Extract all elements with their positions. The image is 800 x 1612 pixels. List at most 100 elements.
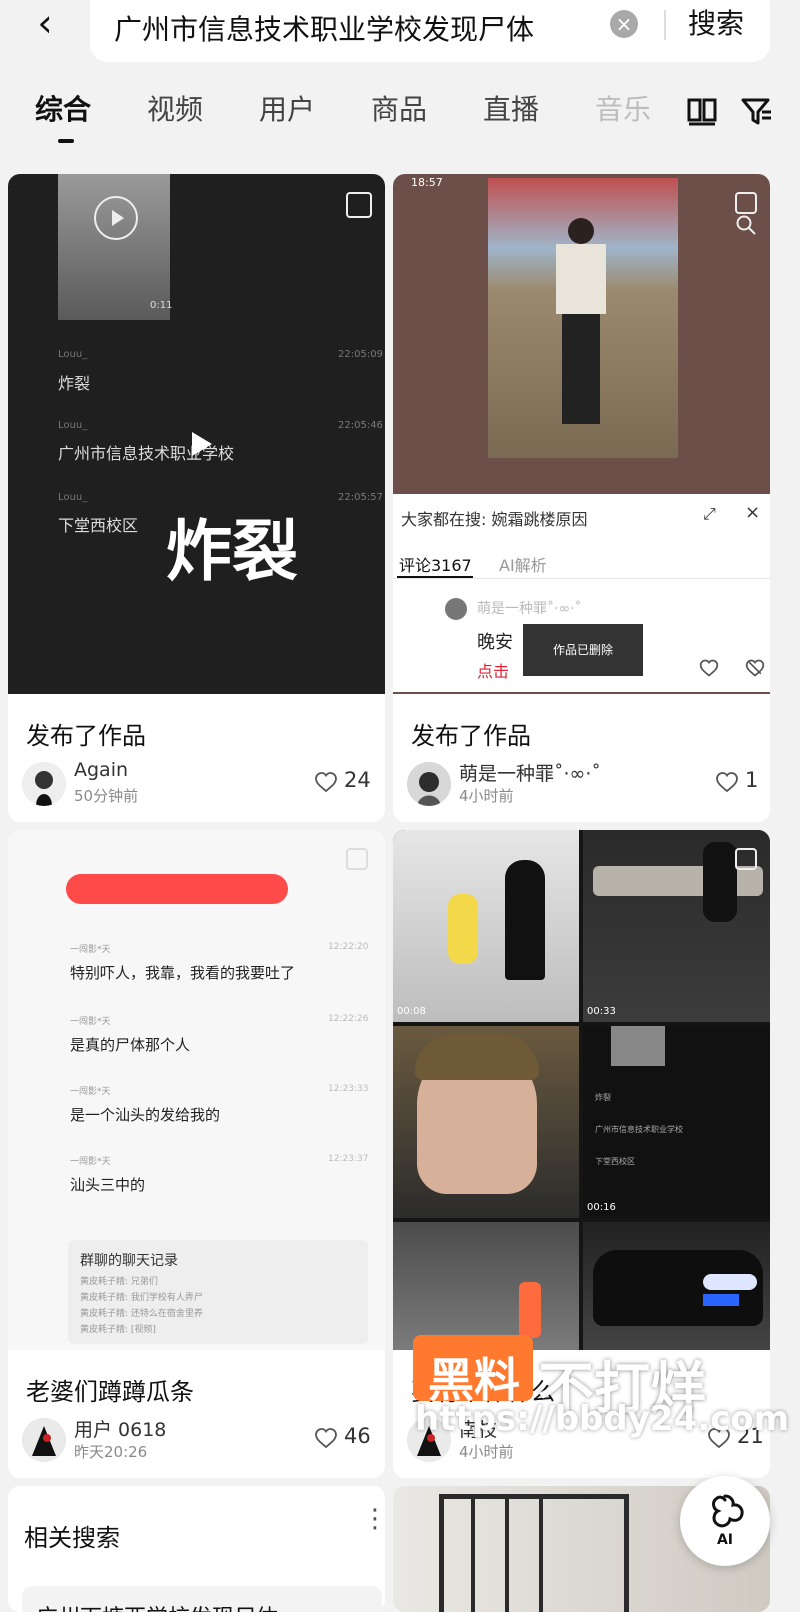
big-overlay-text: 炸裂	[166, 513, 298, 590]
magnifier-icon	[735, 214, 757, 236]
tab-live[interactable]: 直播	[483, 88, 539, 128]
heart-icon[interactable]	[314, 770, 338, 794]
search-divider	[664, 10, 666, 40]
chat-message: 是一个汕头的发给我的	[70, 1106, 221, 1124]
forwarded-chat-line: 黄皮耗子精: 还特么在宿舍里养	[80, 1309, 203, 1319]
caption-time-1: 22:05:09	[338, 349, 383, 360]
video-collage-thumbnail[interactable]: 00:08 00:33 炸裂 广州市信息技术职业学校 下堂西校区 00:16	[393, 830, 770, 1350]
search-bar[interactable]: 广州市信息技术职业学校发现尸体 × 搜索	[90, 0, 770, 62]
collage-mini-line: 炸裂	[595, 1093, 611, 1102]
tab-user[interactable]: 用户	[259, 88, 315, 128]
person-figure	[546, 218, 616, 438]
ai-assistant-button[interactable]: AI	[680, 1476, 770, 1566]
video-thumbnail[interactable]: 0:11 Louu_ 22:05:09 炸裂 Louu_ 22:05:46 广州…	[8, 174, 385, 694]
comment-user: 萌是一种罪˚·∞·˚	[477, 601, 582, 617]
watermark-url: https://bbdy24.com	[415, 1399, 790, 1439]
author-name[interactable]: 用户 0618	[74, 1415, 166, 1442]
comment-avatar	[445, 598, 467, 620]
chat-name: 一闯影*天	[70, 1157, 111, 1167]
close-icon[interactable]: ×	[745, 502, 760, 523]
collage-duration: 00:08	[397, 1006, 426, 1017]
header: ‹ 广州市信息技术职业学校发现尸体 × 搜索 综合 视频 用户 商品 直播 音乐	[0, 0, 800, 160]
author-name[interactable]: 萌是一种罪˚·∞·˚	[459, 759, 601, 786]
caption-time-3: 22:05:57	[338, 492, 383, 503]
filter-icon[interactable]	[740, 94, 774, 128]
result-card-3[interactable]: 一闯影*天 12:22:20 特别吓人，我靠，我看的我要吐了 一闯影*天 12:…	[8, 830, 385, 1478]
chat-message: 汕头三中的	[70, 1176, 146, 1194]
more-options-icon[interactable]: ⋮	[362, 1504, 385, 1534]
search-button[interactable]: 搜索	[688, 2, 744, 42]
card-title: 老婆们蹲蹲瓜条	[26, 1378, 194, 1406]
collage-frame-3	[393, 1026, 579, 1218]
collage-mini-line: 下堂西校区	[595, 1157, 635, 1166]
chat-screenshot-thumbnail[interactable]: 一闯影*天 12:22:20 特别吓人，我靠，我看的我要吐了 一闯影*天 12:…	[8, 830, 385, 1350]
avatar[interactable]	[22, 1418, 66, 1462]
comment-text: 晚安	[477, 632, 513, 653]
post-time: 50分钟前	[74, 787, 139, 805]
mini-duration: 0:11	[150, 300, 173, 311]
avatar[interactable]	[407, 762, 451, 806]
post-time: 4小时前	[459, 1443, 514, 1461]
comments-tab[interactable]: 评论3167	[399, 552, 472, 576]
chat-time: 12:22:26	[328, 1014, 369, 1024]
ai-icon	[702, 1492, 748, 1532]
heart-icon[interactable]	[699, 658, 719, 678]
multi-image-icon	[346, 848, 368, 870]
tab-video[interactable]: 视频	[147, 88, 203, 128]
tab-all[interactable]: 综合	[35, 88, 91, 128]
heart-icon[interactable]	[314, 1426, 338, 1450]
video-thumbnail[interactable]: 18:57 大家都在搜: 婉霜跳楼原因 ⤢ × 评论3167 AI解析 萌是一种…	[393, 174, 770, 694]
related-search-item[interactable]: 广州下塘西学校发现尸体	[22, 1586, 382, 1612]
collage-frame-6	[583, 1222, 770, 1350]
redaction-scribble	[66, 874, 288, 904]
active-tab-indicator	[58, 139, 74, 143]
search-input[interactable]: 广州市信息技术职业学校发现尸体	[114, 8, 594, 48]
dislike-icon[interactable]	[745, 658, 765, 678]
caption-name-3: Louu_	[58, 492, 88, 503]
post-time: 4小时前	[459, 787, 514, 805]
card-title: 发布了作品	[26, 722, 146, 750]
related-search-text: 广州下塘西学校发现尸体	[36, 1600, 278, 1612]
grid-icon[interactable]	[685, 94, 719, 128]
tab-music[interactable]: 音乐	[595, 88, 651, 128]
heart-icon[interactable]	[715, 770, 739, 794]
result-card-2[interactable]: 18:57 大家都在搜: 婉霜跳楼原因 ⤢ × 评论3167 AI解析 萌是一种…	[393, 174, 770, 822]
related-searches-title: 相关搜索	[24, 1524, 120, 1552]
photo-area	[488, 178, 678, 458]
chat-time: 12:22:20	[328, 942, 369, 952]
back-button[interactable]: ‹	[22, 0, 68, 46]
collage-frame-5	[393, 1222, 579, 1350]
avatar[interactable]	[22, 762, 66, 806]
like-count: 1	[745, 768, 759, 792]
result-card-1[interactable]: 0:11 Louu_ 22:05:09 炸裂 Louu_ 22:05:46 广州…	[8, 174, 385, 822]
mini-video-preview: 0:11	[58, 174, 173, 320]
collage-mini-line: 广州市信息技术职业学校	[595, 1125, 683, 1134]
forwarded-chat-line: 黄皮耗子精: 我们学校有人弄尸	[80, 1293, 203, 1303]
collage-duration: 00:33	[587, 1006, 616, 1017]
multi-image-icon	[735, 848, 757, 870]
expand-icon[interactable]: ⤢	[703, 504, 716, 524]
author-name[interactable]: Again	[74, 759, 128, 781]
center-play-icon[interactable]	[180, 424, 220, 464]
caption-name-1: Louu_	[58, 349, 88, 360]
caption-time-2: 22:05:46	[338, 420, 383, 431]
caption-line-3: 下堂西校区	[58, 516, 139, 535]
chat-time: 12:23:37	[328, 1154, 369, 1164]
ai-tab[interactable]: AI解析	[499, 552, 547, 576]
tabs-divider	[393, 578, 770, 579]
forwarded-chat-line: 黄皮耗子精: [视频]	[80, 1325, 156, 1335]
chat-message: 特别吓人，我靠，我看的我要吐了	[70, 964, 296, 982]
like-count: 24	[344, 768, 371, 792]
multi-image-icon	[346, 192, 372, 218]
chat-name: 一闯影*天	[70, 1087, 111, 1097]
tab-bar: 综合 视频 用户 商品 直播 音乐	[0, 88, 800, 148]
chat-time: 12:23:33	[328, 1084, 369, 1094]
deleted-toast: 作品已删除	[523, 624, 643, 676]
chat-name: 一闯影*天	[70, 1017, 111, 1027]
chat-name: 一闯影*天	[70, 945, 111, 955]
tab-product[interactable]: 商品	[371, 88, 427, 128]
clear-icon[interactable]: ×	[610, 10, 638, 38]
forwarded-chat-title: 群聊的聊天记录	[80, 1253, 178, 1269]
search-hint[interactable]: 大家都在搜: 婉霜跳楼原因	[401, 506, 691, 530]
comment-link: 点击	[477, 662, 510, 681]
